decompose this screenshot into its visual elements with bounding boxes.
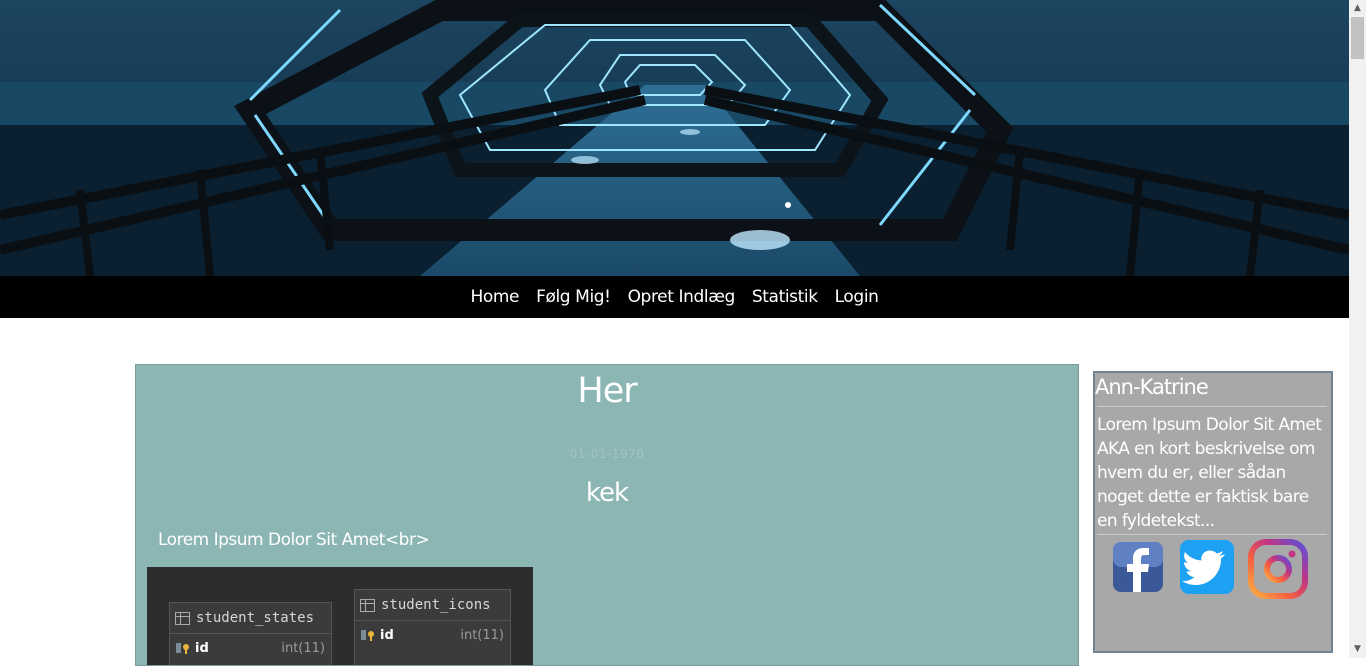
divider <box>1097 534 1327 535</box>
db-column-row: id int(11) <box>355 621 510 649</box>
blog-post-card: Her 01-01-1970 kek Lorem Ipsum Dolor Sit… <box>135 364 1079 666</box>
db-column-name: id <box>380 627 394 643</box>
profile-description: Lorem Ipsum Dolor Sit Amet AKA en kort b… <box>1097 415 1322 531</box>
twitter-icon <box>1180 540 1234 594</box>
table-icon <box>175 611 190 625</box>
db-column-type: int(11) <box>281 640 325 656</box>
scroll-up-arrow-icon[interactable]: ▲ <box>1349 0 1366 17</box>
primary-key-icon <box>361 630 374 641</box>
nav-statistics-link[interactable]: Statistik <box>752 287 818 307</box>
divider <box>1097 406 1327 407</box>
header-banner-image <box>0 0 1349 276</box>
nav-home-link[interactable]: Home <box>470 287 519 307</box>
db-column-type: int(11) <box>460 627 504 643</box>
table-icon <box>360 598 375 612</box>
twitter-link[interactable] <box>1179 539 1234 595</box>
post-image-db-diagram: student_states id int(11) student_icons … <box>147 567 533 665</box>
main-navbar: Home Følg Mig! Opret Indlæg Statistik Lo… <box>0 276 1349 318</box>
profile-sidebar: Ann-Katrine Lorem Ipsum Dolor Sit Amet A… <box>1093 371 1333 653</box>
scroll-thumb[interactable] <box>1351 17 1364 59</box>
db-table-student-states: student_states id int(11) <box>169 602 332 665</box>
instagram-icon <box>1248 539 1308 599</box>
post-date: 01-01-1970 <box>569 447 645 461</box>
post-body-text: Lorem Ipsum Dolor Sit Amet<br> <box>158 530 430 550</box>
nav-create-post-link[interactable]: Opret Indlæg <box>628 287 736 307</box>
db-table-student-icons: student_icons id int(11) <box>354 589 511 665</box>
nav-login-link[interactable]: Login <box>835 287 879 307</box>
profile-name: Ann-Katrine <box>1095 375 1209 399</box>
facebook-link[interactable] <box>1112 539 1164 595</box>
post-subtitle: kek <box>585 478 629 508</box>
nav-follow-link[interactable]: Følg Mig! <box>536 287 611 307</box>
primary-key-icon <box>176 643 189 654</box>
db-table-header: student_states <box>170 603 331 634</box>
db-table-name: student_icons <box>381 597 491 613</box>
facebook-icon <box>1113 542 1163 592</box>
scroll-down-arrow-icon[interactable]: ▼ <box>1349 641 1366 658</box>
db-table-header: student_icons <box>355 590 510 621</box>
db-column-name: id <box>195 640 209 656</box>
db-table-name: student_states <box>196 610 315 626</box>
post-title: Her <box>577 371 637 411</box>
page-scrollbar[interactable]: ▲ ▼ <box>1349 0 1366 658</box>
instagram-link[interactable] <box>1248 539 1308 599</box>
